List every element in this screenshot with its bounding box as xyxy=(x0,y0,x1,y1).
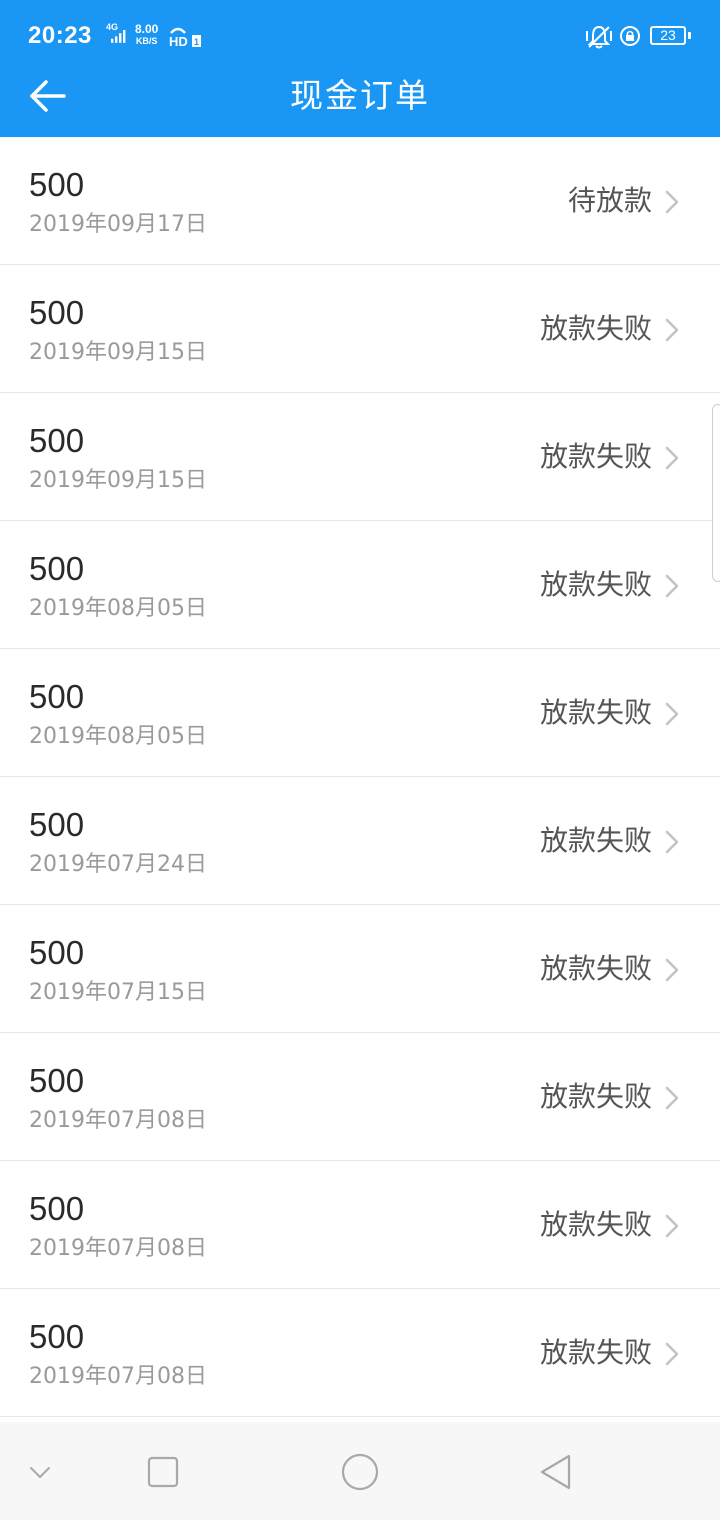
chevron-right-icon xyxy=(665,190,679,214)
chevron-right-icon xyxy=(665,574,679,598)
order-amount: 500 xyxy=(29,1062,85,1099)
order-list: 500 2019年09月17日 待放款 500 2019年09月15日 放款失败… xyxy=(0,137,720,1417)
status-bar: 20:23 4G 8.00 KB/S HD 1 23 xyxy=(0,0,720,70)
order-date: 2019年08月05日 xyxy=(29,596,207,621)
svg-text:1: 1 xyxy=(194,37,199,47)
order-amount: 500 xyxy=(29,678,85,715)
system-nav-bar xyxy=(0,1422,720,1520)
order-row[interactable]: 500 2019年09月17日 待放款 xyxy=(0,137,720,265)
order-amount: 500 xyxy=(29,934,85,971)
chevron-right-icon xyxy=(665,958,679,982)
vibrate-icon xyxy=(586,25,612,49)
order-date: 2019年09月17日 xyxy=(29,212,207,237)
order-row[interactable]: 500 2019年09月15日 放款失败 xyxy=(0,265,720,393)
order-status: 放款失败 xyxy=(539,568,652,601)
order-date: 2019年07月24日 xyxy=(29,852,207,877)
order-date: 2019年09月15日 xyxy=(29,340,207,365)
status-time: 20:23 xyxy=(28,22,92,49)
order-amount: 500 xyxy=(29,806,85,843)
order-status: 放款失败 xyxy=(539,824,652,857)
order-row[interactable]: 500 2019年07月08日 放款失败 xyxy=(0,1033,720,1161)
order-status: 放款失败 xyxy=(539,952,652,985)
battery-tip xyxy=(688,32,691,39)
battery-indicator: 23 xyxy=(650,26,686,45)
network-speed: 8.00 KB/S xyxy=(135,23,158,47)
chevron-right-icon xyxy=(665,1086,679,1110)
order-row[interactable]: 500 2019年08月05日 放款失败 xyxy=(0,521,720,649)
order-date: 2019年09月15日 xyxy=(29,468,207,493)
network-speed-value: 8.00 xyxy=(135,22,159,36)
order-amount: 500 xyxy=(29,294,85,331)
back-triangle-icon xyxy=(540,1454,571,1490)
order-amount: 500 xyxy=(29,1318,85,1355)
order-row[interactable]: 500 2019年07月15日 放款失败 xyxy=(0,905,720,1033)
network-speed-unit: KB/S xyxy=(135,36,158,46)
order-status: 放款失败 xyxy=(539,696,652,729)
order-status: 待放款 xyxy=(567,184,652,217)
chevron-right-icon xyxy=(665,318,679,342)
order-date: 2019年07月15日 xyxy=(29,980,207,1005)
rotation-lock-icon xyxy=(620,26,640,46)
order-row[interactable]: 500 2019年08月05日 放款失败 xyxy=(0,649,720,777)
app-header: 20:23 4G 8.00 KB/S HD 1 23 现金订单 xyxy=(0,0,720,137)
recent-apps-icon xyxy=(147,1456,179,1488)
order-date: 2019年08月05日 xyxy=(29,724,207,749)
signal-icon xyxy=(111,30,126,43)
order-status: 放款失败 xyxy=(539,1336,652,1369)
order-amount: 500 xyxy=(29,422,85,459)
order-status: 放款失败 xyxy=(539,1208,652,1241)
chevron-right-icon xyxy=(665,830,679,854)
chevron-right-icon xyxy=(665,1214,679,1238)
order-status: 放款失败 xyxy=(539,1080,652,1113)
order-amount: 500 xyxy=(29,1190,85,1227)
order-status: 放款失败 xyxy=(539,312,652,345)
order-date: 2019年07月08日 xyxy=(29,1236,207,1261)
order-row[interactable]: 500 2019年07月24日 放款失败 xyxy=(0,777,720,905)
svg-text:HD: HD xyxy=(169,34,188,48)
nav-collapse-button[interactable] xyxy=(26,1458,54,1486)
nav-back-button[interactable] xyxy=(538,1452,574,1492)
nav-home-button[interactable] xyxy=(340,1452,380,1492)
hd-call-icon: HD 1 xyxy=(169,27,201,48)
chevron-right-icon xyxy=(665,1342,679,1366)
order-amount: 500 xyxy=(29,550,85,587)
order-row[interactable]: 500 2019年07月08日 放款失败 xyxy=(0,1161,720,1289)
chevron-right-icon xyxy=(665,702,679,726)
order-status: 放款失败 xyxy=(539,440,652,473)
order-row[interactable]: 500 2019年07月08日 放款失败 xyxy=(0,1289,720,1417)
home-icon xyxy=(341,1453,379,1491)
chevron-down-icon xyxy=(30,1467,50,1478)
order-date: 2019年07月08日 xyxy=(29,1364,207,1389)
nav-recent-apps-button[interactable] xyxy=(146,1455,180,1489)
chevron-right-icon xyxy=(665,446,679,470)
order-date: 2019年07月08日 xyxy=(29,1108,207,1133)
order-row[interactable]: 500 2019年09月15日 放款失败 xyxy=(0,393,720,521)
edge-scroll-handle[interactable] xyxy=(712,404,720,582)
order-amount: 500 xyxy=(29,166,85,203)
page-title: 现金订单 xyxy=(290,76,430,115)
